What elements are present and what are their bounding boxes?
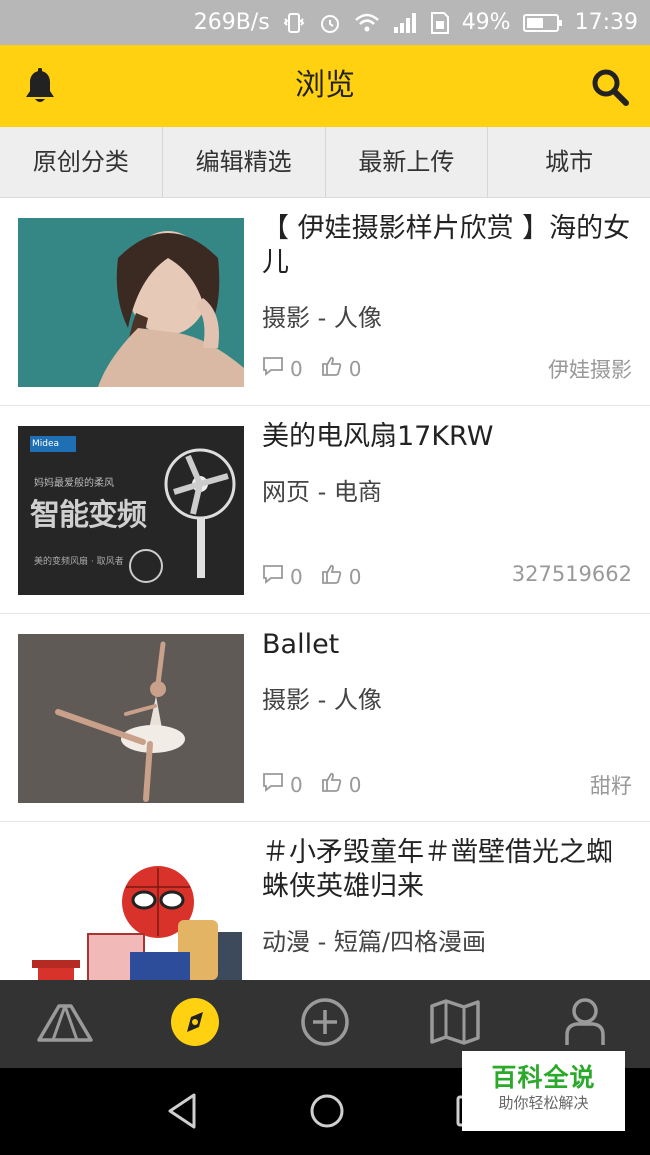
card-title[interactable]: Ballet [262, 628, 632, 662]
home-icon[interactable] [307, 1091, 347, 1135]
compass-icon [170, 997, 220, 1051]
card-meta: 0 0 [262, 564, 379, 589]
card-title[interactable]: ＃小矛毁童年＃凿壁借光之蜘蛛侠英雄归来 [262, 836, 632, 904]
page-title: 浏览 [295, 68, 355, 103]
card-meta: 0 0 [262, 772, 379, 797]
watermark-main: 百科全说 [491, 1063, 596, 1092]
watermark-sub: 助你轻松解决 [498, 1094, 589, 1112]
thumb-brand: Midea [32, 439, 60, 449]
net-speed: 269B/s [193, 10, 270, 35]
nav-item-browse[interactable] [130, 980, 260, 1068]
card-category: 网页 - 电商 [262, 478, 382, 506]
search-icon[interactable] [590, 67, 630, 107]
like-count: 0 [348, 772, 362, 797]
app-header: 浏览 [0, 45, 650, 127]
alarm-icon [318, 11, 342, 35]
card-thumbnail[interactable] [18, 842, 244, 980]
bell-icon[interactable] [20, 67, 60, 107]
back-icon[interactable] [164, 1091, 200, 1135]
comment-count: 0 [290, 356, 303, 381]
feed-list: 【 伊娃摄影样片欣赏 】海的女儿 摄影 - 人像 0 0 伊娃摄影 Midea … [0, 198, 650, 980]
thumb-tagline: 妈妈最爱般的柔风 [34, 478, 114, 489]
card-thumbnail[interactable] [18, 634, 244, 803]
comment-icon[interactable] [262, 564, 284, 589]
like-count: 0 [348, 564, 362, 589]
card-author[interactable]: 327519662 [512, 562, 632, 586]
category-tabs: 原创分类 编辑精选 最新上传 城市 [0, 127, 650, 198]
thumbs-up-icon[interactable] [321, 356, 343, 381]
card-author[interactable]: 甜籽 [590, 770, 632, 800]
card-thumbnail[interactable] [18, 218, 244, 387]
comment-count: 0 [290, 772, 303, 797]
tab-latest-uploads[interactable]: 最新上传 [326, 127, 489, 197]
feed-card[interactable]: ＃小矛毁童年＃凿壁借光之蜘蛛侠英雄归来 动漫 - 短篇/四格漫画 [0, 822, 650, 980]
card-category: 摄影 - 人像 [262, 686, 382, 714]
profile-icon [563, 997, 607, 1051]
feed-card[interactable]: Midea 妈妈最爱般的柔风 智能变频 美的变频风扇 · 取风者 美的电风扇17… [0, 406, 650, 614]
comment-icon[interactable] [262, 356, 284, 381]
add-circle-icon [300, 997, 350, 1051]
card-meta: 0 0 [262, 356, 379, 381]
thumb-subline: 美的变频风扇 · 取风者 [34, 557, 124, 567]
tab-original-categories[interactable]: 原创分类 [0, 127, 163, 197]
tent-icon [35, 1000, 95, 1048]
thumbs-up-icon[interactable] [321, 564, 343, 589]
feed-card[interactable]: 【 伊娃摄影样片欣赏 】海的女儿 摄影 - 人像 0 0 伊娃摄影 [0, 198, 650, 406]
card-title[interactable]: 美的电风扇17KRW [262, 420, 632, 454]
watermark-logo: 百科全说 助你轻松解决 [462, 1051, 625, 1131]
tab-city[interactable]: 城市 [488, 127, 650, 197]
battery-icon [522, 12, 563, 34]
card-author[interactable]: 伊娃摄影 [548, 354, 632, 384]
signal-icon [392, 12, 418, 34]
thumb-headline: 智能变频 [30, 498, 147, 533]
comment-count: 0 [290, 564, 303, 589]
nav-item-discover[interactable] [0, 980, 130, 1068]
thumbs-up-icon[interactable] [321, 772, 343, 797]
battery-percent: 49% [461, 10, 511, 35]
card-title[interactable]: 【 伊娃摄影样片欣赏 】海的女儿 [262, 212, 632, 280]
wifi-icon [354, 12, 380, 34]
nav-item-upload[interactable] [260, 980, 390, 1068]
sim-icon [430, 11, 450, 35]
vibrate-icon [282, 11, 306, 35]
like-count: 0 [348, 356, 362, 381]
card-category: 动漫 - 短篇/四格漫画 [262, 928, 487, 956]
feed-card[interactable]: Ballet 摄影 - 人像 0 0 甜籽 [0, 614, 650, 822]
card-category: 摄影 - 人像 [262, 304, 382, 332]
status-bar: 269B/s 49% 17:39 [0, 0, 650, 45]
card-thumbnail[interactable]: Midea 妈妈最爱般的柔风 智能变频 美的变频风扇 · 取风者 [18, 426, 244, 595]
comment-icon[interactable] [262, 772, 284, 797]
clock: 17:39 [574, 10, 638, 35]
map-icon [429, 998, 481, 1050]
tab-editor-picks[interactable]: 编辑精选 [163, 127, 326, 197]
